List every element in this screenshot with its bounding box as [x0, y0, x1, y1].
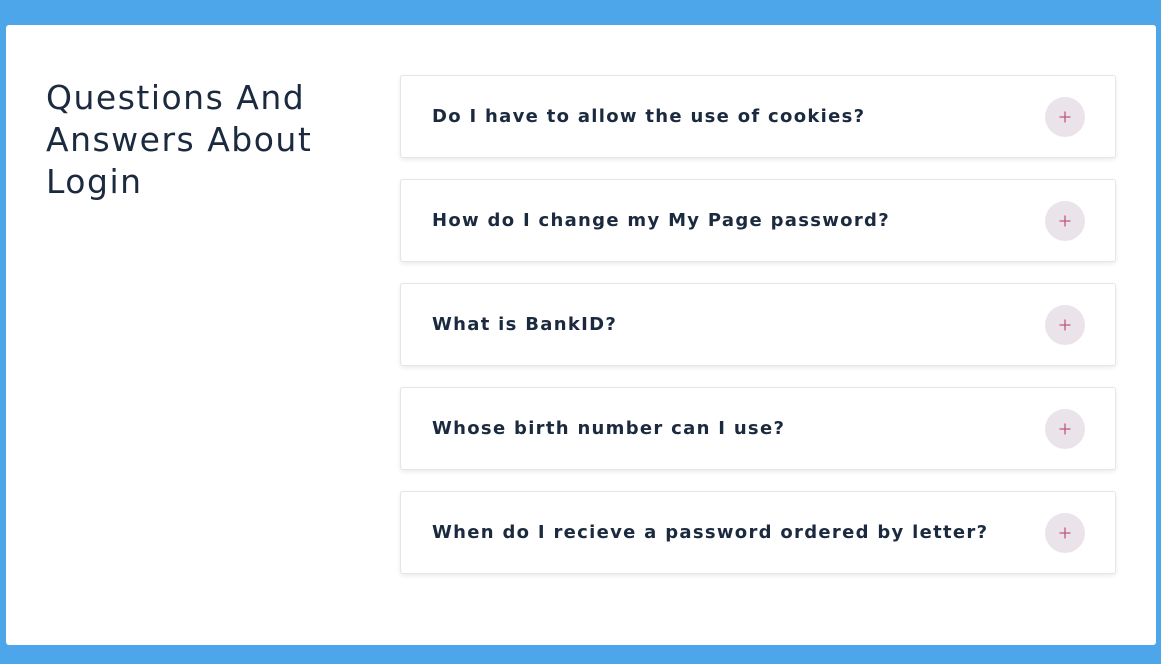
- faq-question: What is BankID?: [432, 314, 618, 335]
- faq-question: Whose birth number can I use?: [432, 418, 786, 439]
- expand-button[interactable]: [1045, 96, 1085, 137]
- faq-question: When do I recieve a password ordered by …: [432, 522, 989, 543]
- expand-button[interactable]: [1045, 200, 1085, 241]
- faq-question: How do I change my My Page password?: [432, 210, 890, 231]
- faq-item-cookies[interactable]: Do I have to allow the use of cookies?: [400, 75, 1116, 158]
- faq-list: Do I have to allow the use of cookies? H…: [400, 75, 1116, 595]
- faq-item-change-password[interactable]: How do I change my My Page password?: [400, 179, 1116, 262]
- plus-icon: [1059, 111, 1071, 122]
- plus-icon: [1059, 215, 1071, 226]
- expand-button[interactable]: [1045, 304, 1085, 345]
- faq-item-bankid[interactable]: What is BankID?: [400, 283, 1116, 366]
- plus-icon: [1059, 423, 1071, 434]
- faq-item-password-letter[interactable]: When do I recieve a password ordered by …: [400, 491, 1116, 574]
- faq-card: Questions And Answers About Login Do I h…: [6, 25, 1156, 645]
- expand-button[interactable]: [1045, 512, 1085, 553]
- expand-button[interactable]: [1045, 408, 1085, 449]
- plus-icon: [1059, 319, 1071, 330]
- faq-item-birth-number[interactable]: Whose birth number can I use?: [400, 387, 1116, 470]
- page-title: Questions And Answers About Login: [46, 78, 313, 201]
- faq-question: Do I have to allow the use of cookies?: [432, 106, 866, 127]
- plus-icon: [1059, 527, 1071, 538]
